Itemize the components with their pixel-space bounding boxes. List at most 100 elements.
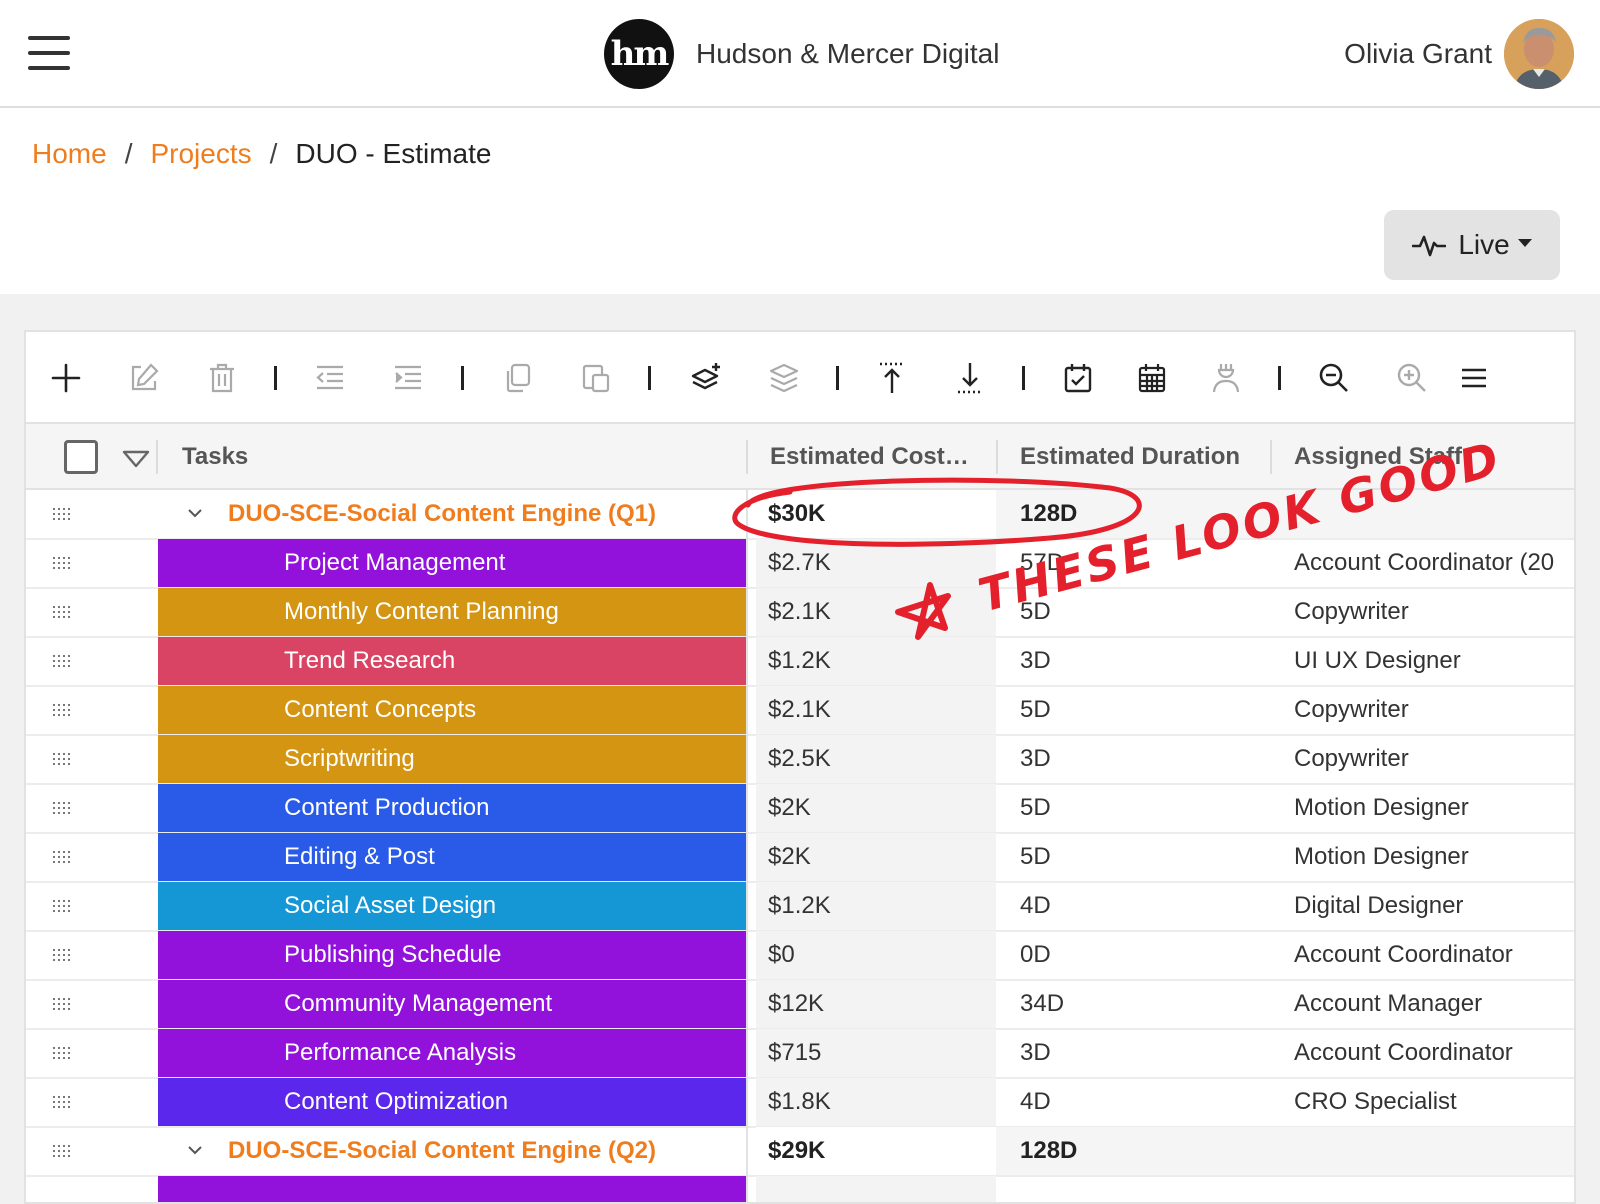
staff-cell[interactable]: Motion Designer — [1270, 833, 1574, 881]
add-layer-icon[interactable] — [686, 358, 726, 398]
hamburger-menu-icon[interactable] — [28, 36, 72, 70]
zoom-out-icon[interactable] — [1314, 358, 1354, 398]
column-header-tasks[interactable]: Tasks — [182, 424, 248, 490]
task-row[interactable]: Publishing Schedule $0 0D Account Coordinat… — [26, 931, 1574, 981]
task-row[interactable]: Content Optimization $1.8K 4D CRO Specialis… — [26, 1078, 1574, 1128]
avatar[interactable] — [1504, 19, 1574, 89]
plus-icon[interactable] — [46, 358, 86, 398]
staff-cell[interactable]: CRO Specialist — [1270, 1078, 1574, 1126]
calendar-icon[interactable] — [1132, 358, 1172, 398]
task-name-cell[interactable]: Community Management — [158, 980, 746, 1028]
edit-icon[interactable] — [124, 358, 164, 398]
drag-handle-icon[interactable] — [52, 506, 72, 522]
staff-cell[interactable]: Digital Designer — [1270, 882, 1574, 930]
staff-cell[interactable]: Copywriter — [1270, 588, 1574, 636]
task-row[interactable]: Project Management $2.7K 57D Account Coordi… — [26, 539, 1574, 589]
drag-handle-icon[interactable] — [52, 653, 72, 669]
staff-cell[interactable] — [1270, 490, 1574, 538]
drag-handle-icon[interactable] — [52, 800, 72, 816]
task-row[interactable]: Trend Research $1.2K 3D UI UX Designer — [26, 637, 1574, 687]
task-row[interactable]: Scriptwriting $2.5K 3D Copywriter — [26, 735, 1574, 785]
brand-logo: hm — [604, 19, 674, 89]
drag-handle-icon[interactable] — [52, 849, 72, 865]
paste-icon[interactable] — [576, 358, 616, 398]
select-all-checkbox[interactable] — [64, 440, 98, 474]
drag-handle-icon[interactable] — [52, 555, 72, 571]
task-row[interactable]: Editing & Post $2K 5D Motion Designer — [26, 833, 1574, 883]
staff-cell[interactable] — [1270, 1127, 1574, 1175]
task-name-cell[interactable]: Social Asset Design — [158, 882, 746, 930]
drag-handle-icon[interactable] — [52, 751, 72, 767]
drag-handle-icon[interactable] — [52, 702, 72, 718]
drag-handle-icon[interactable] — [52, 604, 72, 620]
user-menu[interactable]: Olivia Grant — [1344, 18, 1574, 90]
staff-cell[interactable]: Account Coordinator — [1270, 931, 1574, 979]
drag-handle-icon[interactable] — [52, 1143, 72, 1159]
move-bottom-icon[interactable] — [950, 358, 990, 398]
task-name-cell[interactable]: Content Optimization — [158, 1078, 746, 1126]
duration-cell: 5D — [1020, 794, 1051, 821]
cost-cell: $2.5K — [756, 735, 996, 783]
trash-icon[interactable] — [202, 358, 242, 398]
calendar-check-icon[interactable] — [1058, 358, 1098, 398]
group-row[interactable]: DUO-SCE-Social Content Engine (Q1) $30K 12… — [26, 490, 1574, 540]
cost-cell: $2K — [756, 833, 996, 881]
staff-cell[interactable]: Copywriter — [1270, 735, 1574, 783]
task-name-cell[interactable]: Scriptwriting — [158, 735, 746, 783]
task-row[interactable]: Content Concepts $2.1K 5D Copywriter — [26, 686, 1574, 736]
column-header-cost[interactable]: Estimated Cost… — [770, 424, 969, 490]
outdent-icon[interactable] — [310, 358, 350, 398]
chevron-down-icon[interactable] — [186, 504, 204, 522]
task-name-cell[interactable]: Performance Analysis — [158, 1029, 746, 1077]
zoom-in-icon[interactable] — [1392, 358, 1432, 398]
grid-toolbar — [26, 332, 1574, 424]
toolbar-divider — [274, 366, 277, 390]
task-name-cell[interactable]: Content Concepts — [158, 686, 746, 734]
task-row[interactable] — [26, 1176, 1574, 1202]
task-row[interactable]: Content Production $2K 5D Motion Designer — [26, 784, 1574, 834]
indent-icon[interactable] — [388, 358, 428, 398]
staff-cell[interactable]: UI UX Designer — [1270, 637, 1574, 685]
task-row[interactable]: Monthly Content Planning $2.1K 5D Copywrite… — [26, 588, 1574, 638]
task-row[interactable]: Social Asset Design $1.2K 4D Digital Design… — [26, 882, 1574, 932]
staff-cell[interactable]: Account Coordinator (20 — [1270, 539, 1574, 587]
chevron-down-icon[interactable] — [186, 1141, 204, 1159]
group-title[interactable]: DUO-SCE-Social Content Engine (Q2) — [228, 1127, 656, 1175]
task-name-cell[interactable]: Content Production — [158, 784, 746, 832]
copy-icon[interactable] — [498, 358, 538, 398]
layers-icon[interactable] — [764, 358, 804, 398]
task-name-cell[interactable]: Editing & Post — [158, 833, 746, 881]
drag-handle-icon[interactable] — [52, 947, 72, 963]
breadcrumb-separator: / — [124, 138, 133, 169]
brand[interactable]: hm Hudson & Mercer Digital — [604, 18, 999, 90]
task-name-cell[interactable]: Publishing Schedule — [158, 931, 746, 979]
staff-cell[interactable]: Copywriter — [1270, 686, 1574, 734]
column-header-staff[interactable]: Assigned Staff — [1294, 424, 1462, 490]
drag-handle-icon[interactable] — [52, 1045, 72, 1061]
task-name-cell[interactable]: Trend Research — [158, 637, 746, 685]
task-name-cell[interactable]: Project Management — [158, 539, 746, 587]
cost-cell: $2.1K — [756, 588, 996, 636]
column-divider — [156, 440, 158, 474]
staff-cell[interactable]: Account Manager — [1270, 980, 1574, 1028]
task-name-cell[interactable]: Monthly Content Planning — [158, 588, 746, 636]
breadcrumb-projects[interactable]: Projects — [150, 138, 251, 170]
filter-icon[interactable] — [122, 450, 150, 468]
breadcrumb-home[interactable]: Home — [32, 138, 107, 170]
task-row[interactable]: Community Management $12K 34D Account Manag… — [26, 980, 1574, 1030]
menu-icon[interactable] — [1454, 358, 1494, 398]
column-header-duration[interactable]: Estimated Duration — [1020, 424, 1240, 490]
live-status-dropdown[interactable]: Live — [1384, 210, 1560, 280]
group-row[interactable]: DUO-SCE-Social Content Engine (Q2) $29K 12… — [26, 1127, 1574, 1177]
staff-cell[interactable]: Account Coordinator — [1270, 1029, 1574, 1077]
staff-cell[interactable]: Motion Designer — [1270, 784, 1574, 832]
task-name-cell[interactable] — [158, 1176, 746, 1202]
assign-staff-icon[interactable] — [1206, 358, 1246, 398]
move-top-icon[interactable] — [872, 358, 912, 398]
drag-handle-icon[interactable] — [52, 1094, 72, 1110]
group-title[interactable]: DUO-SCE-Social Content Engine (Q1) — [228, 490, 656, 538]
task-row[interactable]: Performance Analysis $715 3D Account Coordi… — [26, 1029, 1574, 1079]
duration-cell: 4D — [1020, 1088, 1051, 1115]
drag-handle-icon[interactable] — [52, 996, 72, 1012]
drag-handle-icon[interactable] — [52, 898, 72, 914]
